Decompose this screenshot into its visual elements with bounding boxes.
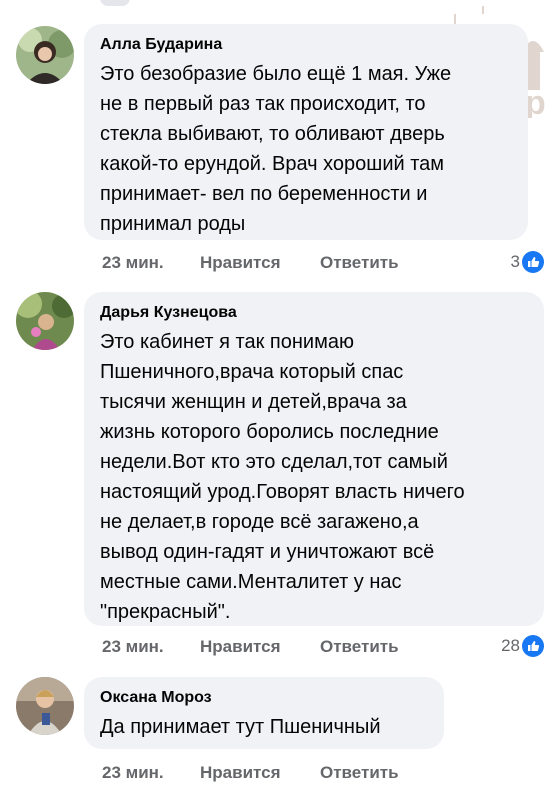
like-button[interactable]: Нравится bbox=[200, 637, 320, 657]
comment-bubble: Оксана Мороз Да принимает тут Пшеничный bbox=[84, 677, 444, 749]
comment-author[interactable]: Оксана Мороз bbox=[100, 687, 428, 709]
reaction-count-value: 3 bbox=[510, 252, 520, 271]
avatar[interactable] bbox=[16, 26, 74, 84]
reaction-count[interactable]: 28 bbox=[501, 635, 544, 657]
previous-comment-edge bbox=[100, 0, 130, 6]
like-button[interactable]: Нравится bbox=[200, 253, 320, 273]
comment-time[interactable]: 23 мин. bbox=[102, 637, 200, 657]
comment-time[interactable]: 23 мин. bbox=[102, 253, 200, 273]
comment-actions: 23 мин. Нравится Ответить bbox=[102, 763, 399, 783]
reply-button[interactable]: Ответить bbox=[320, 637, 399, 657]
comment-text: Это безобразие было ещё 1 мая. Уже не в … bbox=[100, 63, 452, 235]
comment-text: Это кабинет я так понимаю Пшеничного,вра… bbox=[100, 331, 465, 623]
comment-time[interactable]: 23 мин. bbox=[102, 763, 200, 783]
reply-button[interactable]: Ответить bbox=[320, 763, 399, 783]
comment-bubble: Алла Бударина Это безобразие было ещё 1 … bbox=[84, 24, 528, 240]
reaction-count-value: 28 bbox=[501, 636, 520, 655]
comment-bubble: Дарья Кузнецова Это кабинет я так понима… bbox=[84, 292, 544, 626]
like-icon bbox=[522, 251, 544, 273]
comment-text: Да принимает тут Пшеничный bbox=[100, 716, 381, 738]
comment-author[interactable]: Дарья Кузнецова bbox=[100, 302, 528, 324]
like-icon bbox=[522, 635, 544, 657]
avatar[interactable] bbox=[16, 677, 74, 735]
reply-button[interactable]: Ответить bbox=[320, 253, 399, 273]
avatar[interactable] bbox=[16, 292, 74, 350]
comment-actions: 23 мин. Нравится Ответить bbox=[102, 637, 399, 657]
reaction-count[interactable]: 3 bbox=[511, 251, 544, 273]
like-button[interactable]: Нравится bbox=[200, 763, 320, 783]
comment-author[interactable]: Алла Бударина bbox=[100, 34, 512, 56]
comment-actions: 23 мин. Нравится Ответить bbox=[102, 253, 399, 273]
